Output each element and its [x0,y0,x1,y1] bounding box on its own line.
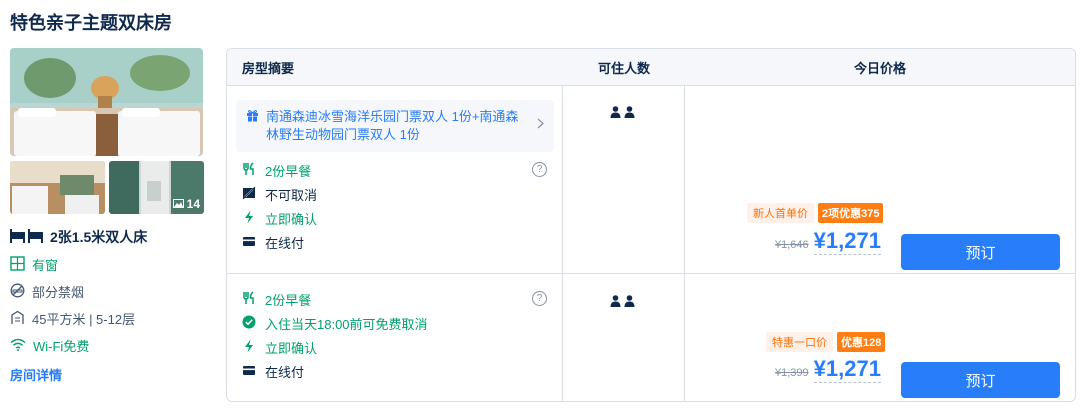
book-button[interactable]: 预订 [901,234,1060,270]
card-icon [242,234,256,251]
policy-payment: 在线付 [242,362,304,381]
rate-plan-row: 2份早餐 ? 入住当天18:00前可免费取消 立即确认 在线付 特惠一口价 优惠… [227,273,1075,401]
discount-badge[interactable]: 优惠128 [837,332,886,352]
bed-icon [10,228,44,246]
original-price: ¥1,646 [775,239,809,251]
room-photo-thumb[interactable] [10,161,105,214]
price-block: ¥1,646 ¥1,271 [775,228,881,255]
discount-badges: 新人首单价 2项优惠375 [747,203,884,223]
price-block: ¥1,399 ¥1,271 [775,356,881,383]
package-info-box[interactable]: 南通森迪冰雪海洋乐园门票双人 1份+南通森林野生动物园门票双人 1份 [236,100,554,152]
room-photo-thumb[interactable]: 14 [109,161,204,214]
room-detail-link[interactable]: 房间详情 [10,365,204,384]
policy-payment: 在线付 [242,233,304,252]
bed-info: 2张1.5米双人床 [10,227,204,247]
policy-breakfast: 2份早餐 [242,161,311,180]
package-text: 南通森迪冰雪海洋乐园门票双人 1份+南通森林野生动物园门票双人 1份 [266,109,519,142]
area-floor-icon [10,310,25,328]
current-price[interactable]: ¥1,271 [813,228,881,255]
facility-wifi: Wi-Fi免费 [10,336,204,355]
guest-capacity [610,295,635,310]
room-title: 特色亲子主题双床房 [10,13,172,33]
person-icon [610,295,621,310]
gift-icon [246,109,259,127]
policy-cancellation: 入住当天18:00前可免费取消 [242,314,428,333]
wifi-icon [10,338,26,354]
person-icon [610,106,621,121]
facility-window: 有窗 [10,255,204,274]
original-price: ¥1,399 [775,367,809,379]
guest-capacity [610,106,635,121]
help-icon[interactable]: ? [532,162,547,177]
person-icon [624,106,635,121]
discount-badge[interactable]: 2项优惠375 [818,203,884,223]
policy-confirm: 立即确认 [242,338,317,357]
discount-badges: 特惠一口价 优惠128 [766,332,886,352]
policy-cancellation: 不可取消 [242,185,317,204]
lightning-icon [242,210,256,227]
header-summary: 房型摘要 [242,60,295,76]
header-price: 今日价格 [853,60,906,76]
photo-count[interactable]: 14 [172,197,200,211]
image-icon [172,197,184,211]
room-photo-main[interactable] [10,48,203,156]
check-circle-icon [242,315,256,332]
lightning-icon [242,339,256,356]
room-info-panel: 14 2张1.5米双人床 有窗 部分禁烟 45平方米 | 5-12层 Wi-Fi… [10,48,204,384]
card-icon [242,363,256,380]
help-icon[interactable]: ? [532,291,547,306]
chevron-right-icon [537,116,544,134]
no-smoking-icon [10,283,25,301]
book-button[interactable]: 预订 [901,362,1060,398]
promo-tag: 新人首单价 [747,203,814,223]
current-price[interactable]: ¥1,271 [813,356,881,383]
window-icon [10,255,25,274]
policy-confirm: 立即确认 [242,209,317,228]
header-guests: 可住人数 [597,60,650,76]
facility-area-floor: 45平方米 | 5-12层 [10,309,204,328]
rate-plan-row: 南通森迪冰雪海洋乐园门票双人 1份+南通森林野生动物园门票双人 1份 2份早餐 … [227,85,1075,273]
promo-tag: 特惠一口价 [766,332,833,352]
facility-smoking: 部分禁烟 [10,282,204,301]
breakfast-icon [242,162,256,179]
no-cancel-icon [242,186,256,203]
policy-breakfast: 2份早餐 [242,290,311,309]
rate-plan-table: 房型摘要 可住人数 今日价格 南通森迪冰雪海洋乐园门票双人 1份+南通森林野生动… [226,48,1076,402]
table-header: 房型摘要 可住人数 今日价格 [227,49,1075,85]
person-icon [624,295,635,310]
breakfast-icon [242,291,256,308]
